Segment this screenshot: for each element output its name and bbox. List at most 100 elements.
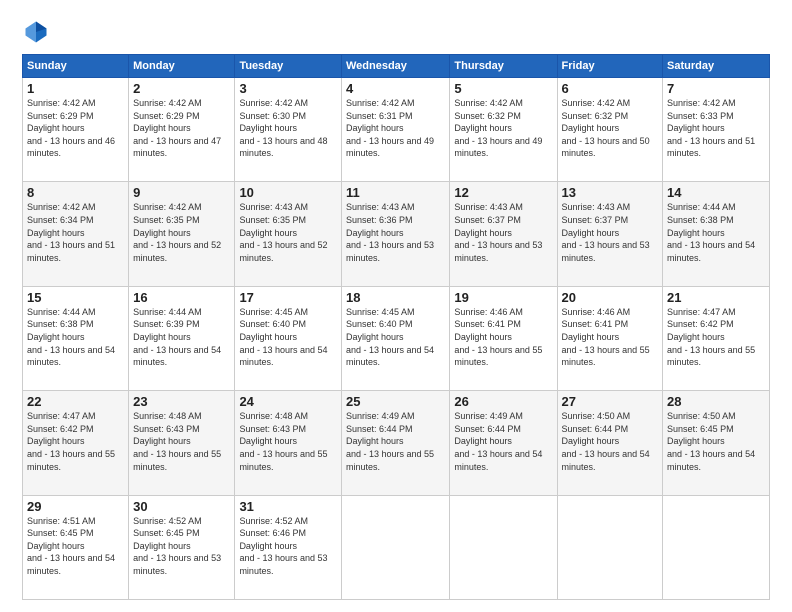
calendar-cell: 3 Sunrise: 4:42 AM Sunset: 6:30 PM Dayli… xyxy=(235,78,342,182)
day-number: 23 xyxy=(133,394,230,409)
day-number: 26 xyxy=(454,394,552,409)
calendar-header-tuesday: Tuesday xyxy=(235,55,342,78)
calendar-cell: 26 Sunrise: 4:49 AM Sunset: 6:44 PM Dayl… xyxy=(450,391,557,495)
day-info: Sunrise: 4:49 AM Sunset: 6:44 PM Dayligh… xyxy=(346,410,445,473)
day-number: 20 xyxy=(562,290,659,305)
day-number: 4 xyxy=(346,81,445,96)
calendar-cell: 31 Sunrise: 4:52 AM Sunset: 6:46 PM Dayl… xyxy=(235,495,342,599)
calendar-header-saturday: Saturday xyxy=(663,55,770,78)
calendar-week-2: 8 Sunrise: 4:42 AM Sunset: 6:34 PM Dayli… xyxy=(23,182,770,286)
calendar-table: SundayMondayTuesdayWednesdayThursdayFrid… xyxy=(22,54,770,600)
day-info: Sunrise: 4:46 AM Sunset: 6:41 PM Dayligh… xyxy=(562,306,659,369)
calendar-cell: 18 Sunrise: 4:45 AM Sunset: 6:40 PM Dayl… xyxy=(341,286,449,390)
day-number: 25 xyxy=(346,394,445,409)
calendar-cell xyxy=(341,495,449,599)
day-info: Sunrise: 4:50 AM Sunset: 6:44 PM Dayligh… xyxy=(562,410,659,473)
day-info: Sunrise: 4:51 AM Sunset: 6:45 PM Dayligh… xyxy=(27,515,124,578)
day-number: 22 xyxy=(27,394,124,409)
day-info: Sunrise: 4:42 AM Sunset: 6:32 PM Dayligh… xyxy=(454,97,552,160)
calendar-cell: 17 Sunrise: 4:45 AM Sunset: 6:40 PM Dayl… xyxy=(235,286,342,390)
day-info: Sunrise: 4:48 AM Sunset: 6:43 PM Dayligh… xyxy=(133,410,230,473)
calendar-cell: 1 Sunrise: 4:42 AM Sunset: 6:29 PM Dayli… xyxy=(23,78,129,182)
calendar-week-3: 15 Sunrise: 4:44 AM Sunset: 6:38 PM Dayl… xyxy=(23,286,770,390)
day-number: 9 xyxy=(133,185,230,200)
page: SundayMondayTuesdayWednesdayThursdayFrid… xyxy=(0,0,792,612)
day-info: Sunrise: 4:46 AM Sunset: 6:41 PM Dayligh… xyxy=(454,306,552,369)
calendar-cell: 2 Sunrise: 4:42 AM Sunset: 6:29 PM Dayli… xyxy=(129,78,235,182)
calendar-cell: 6 Sunrise: 4:42 AM Sunset: 6:32 PM Dayli… xyxy=(557,78,663,182)
calendar-cell: 19 Sunrise: 4:46 AM Sunset: 6:41 PM Dayl… xyxy=(450,286,557,390)
day-info: Sunrise: 4:42 AM Sunset: 6:35 PM Dayligh… xyxy=(133,201,230,264)
calendar-cell: 29 Sunrise: 4:51 AM Sunset: 6:45 PM Dayl… xyxy=(23,495,129,599)
calendar-cell: 15 Sunrise: 4:44 AM Sunset: 6:38 PM Dayl… xyxy=(23,286,129,390)
calendar-cell: 20 Sunrise: 4:46 AM Sunset: 6:41 PM Dayl… xyxy=(557,286,663,390)
day-info: Sunrise: 4:43 AM Sunset: 6:37 PM Dayligh… xyxy=(562,201,659,264)
calendar-cell: 9 Sunrise: 4:42 AM Sunset: 6:35 PM Dayli… xyxy=(129,182,235,286)
day-number: 7 xyxy=(667,81,765,96)
day-info: Sunrise: 4:45 AM Sunset: 6:40 PM Dayligh… xyxy=(346,306,445,369)
calendar-cell: 22 Sunrise: 4:47 AM Sunset: 6:42 PM Dayl… xyxy=(23,391,129,495)
day-info: Sunrise: 4:42 AM Sunset: 6:30 PM Dayligh… xyxy=(239,97,337,160)
day-info: Sunrise: 4:42 AM Sunset: 6:34 PM Dayligh… xyxy=(27,201,124,264)
header-row: SundayMondayTuesdayWednesdayThursdayFrid… xyxy=(23,55,770,78)
day-number: 15 xyxy=(27,290,124,305)
calendar-cell xyxy=(450,495,557,599)
day-info: Sunrise: 4:43 AM Sunset: 6:36 PM Dayligh… xyxy=(346,201,445,264)
calendar-cell: 16 Sunrise: 4:44 AM Sunset: 6:39 PM Dayl… xyxy=(129,286,235,390)
day-number: 8 xyxy=(27,185,124,200)
day-info: Sunrise: 4:44 AM Sunset: 6:38 PM Dayligh… xyxy=(27,306,124,369)
header xyxy=(22,18,770,46)
calendar-header-wednesday: Wednesday xyxy=(341,55,449,78)
day-info: Sunrise: 4:49 AM Sunset: 6:44 PM Dayligh… xyxy=(454,410,552,473)
calendar-header-thursday: Thursday xyxy=(450,55,557,78)
calendar-cell: 4 Sunrise: 4:42 AM Sunset: 6:31 PM Dayli… xyxy=(341,78,449,182)
calendar-cell: 7 Sunrise: 4:42 AM Sunset: 6:33 PM Dayli… xyxy=(663,78,770,182)
day-info: Sunrise: 4:45 AM Sunset: 6:40 PM Dayligh… xyxy=(239,306,337,369)
calendar-cell: 14 Sunrise: 4:44 AM Sunset: 6:38 PM Dayl… xyxy=(663,182,770,286)
calendar-cell xyxy=(557,495,663,599)
day-number: 2 xyxy=(133,81,230,96)
calendar-cell: 12 Sunrise: 4:43 AM Sunset: 6:37 PM Dayl… xyxy=(450,182,557,286)
calendar-cell: 24 Sunrise: 4:48 AM Sunset: 6:43 PM Dayl… xyxy=(235,391,342,495)
day-number: 24 xyxy=(239,394,337,409)
day-info: Sunrise: 4:44 AM Sunset: 6:38 PM Dayligh… xyxy=(667,201,765,264)
calendar-cell: 13 Sunrise: 4:43 AM Sunset: 6:37 PM Dayl… xyxy=(557,182,663,286)
day-number: 12 xyxy=(454,185,552,200)
calendar-cell: 25 Sunrise: 4:49 AM Sunset: 6:44 PM Dayl… xyxy=(341,391,449,495)
day-info: Sunrise: 4:42 AM Sunset: 6:31 PM Dayligh… xyxy=(346,97,445,160)
calendar-week-5: 29 Sunrise: 4:51 AM Sunset: 6:45 PM Dayl… xyxy=(23,495,770,599)
calendar-cell: 10 Sunrise: 4:43 AM Sunset: 6:35 PM Dayl… xyxy=(235,182,342,286)
day-number: 5 xyxy=(454,81,552,96)
day-info: Sunrise: 4:52 AM Sunset: 6:45 PM Dayligh… xyxy=(133,515,230,578)
day-info: Sunrise: 4:52 AM Sunset: 6:46 PM Dayligh… xyxy=(239,515,337,578)
day-number: 6 xyxy=(562,81,659,96)
day-number: 28 xyxy=(667,394,765,409)
day-info: Sunrise: 4:42 AM Sunset: 6:33 PM Dayligh… xyxy=(667,97,765,160)
calendar-cell: 8 Sunrise: 4:42 AM Sunset: 6:34 PM Dayli… xyxy=(23,182,129,286)
calendar-cell: 21 Sunrise: 4:47 AM Sunset: 6:42 PM Dayl… xyxy=(663,286,770,390)
day-info: Sunrise: 4:42 AM Sunset: 6:29 PM Dayligh… xyxy=(133,97,230,160)
calendar-header-friday: Friday xyxy=(557,55,663,78)
calendar-cell: 5 Sunrise: 4:42 AM Sunset: 6:32 PM Dayli… xyxy=(450,78,557,182)
day-number: 29 xyxy=(27,499,124,514)
day-number: 11 xyxy=(346,185,445,200)
day-info: Sunrise: 4:42 AM Sunset: 6:29 PM Dayligh… xyxy=(27,97,124,160)
calendar-cell: 11 Sunrise: 4:43 AM Sunset: 6:36 PM Dayl… xyxy=(341,182,449,286)
calendar-week-4: 22 Sunrise: 4:47 AM Sunset: 6:42 PM Dayl… xyxy=(23,391,770,495)
calendar-cell xyxy=(663,495,770,599)
calendar-cell: 27 Sunrise: 4:50 AM Sunset: 6:44 PM Dayl… xyxy=(557,391,663,495)
day-number: 3 xyxy=(239,81,337,96)
day-info: Sunrise: 4:44 AM Sunset: 6:39 PM Dayligh… xyxy=(133,306,230,369)
day-info: Sunrise: 4:43 AM Sunset: 6:35 PM Dayligh… xyxy=(239,201,337,264)
calendar-week-1: 1 Sunrise: 4:42 AM Sunset: 6:29 PM Dayli… xyxy=(23,78,770,182)
day-number: 14 xyxy=(667,185,765,200)
day-number: 30 xyxy=(133,499,230,514)
day-number: 1 xyxy=(27,81,124,96)
day-number: 19 xyxy=(454,290,552,305)
day-number: 18 xyxy=(346,290,445,305)
day-number: 31 xyxy=(239,499,337,514)
day-info: Sunrise: 4:42 AM Sunset: 6:32 PM Dayligh… xyxy=(562,97,659,160)
calendar-header-monday: Monday xyxy=(129,55,235,78)
logo-icon xyxy=(22,18,50,46)
day-info: Sunrise: 4:50 AM Sunset: 6:45 PM Dayligh… xyxy=(667,410,765,473)
